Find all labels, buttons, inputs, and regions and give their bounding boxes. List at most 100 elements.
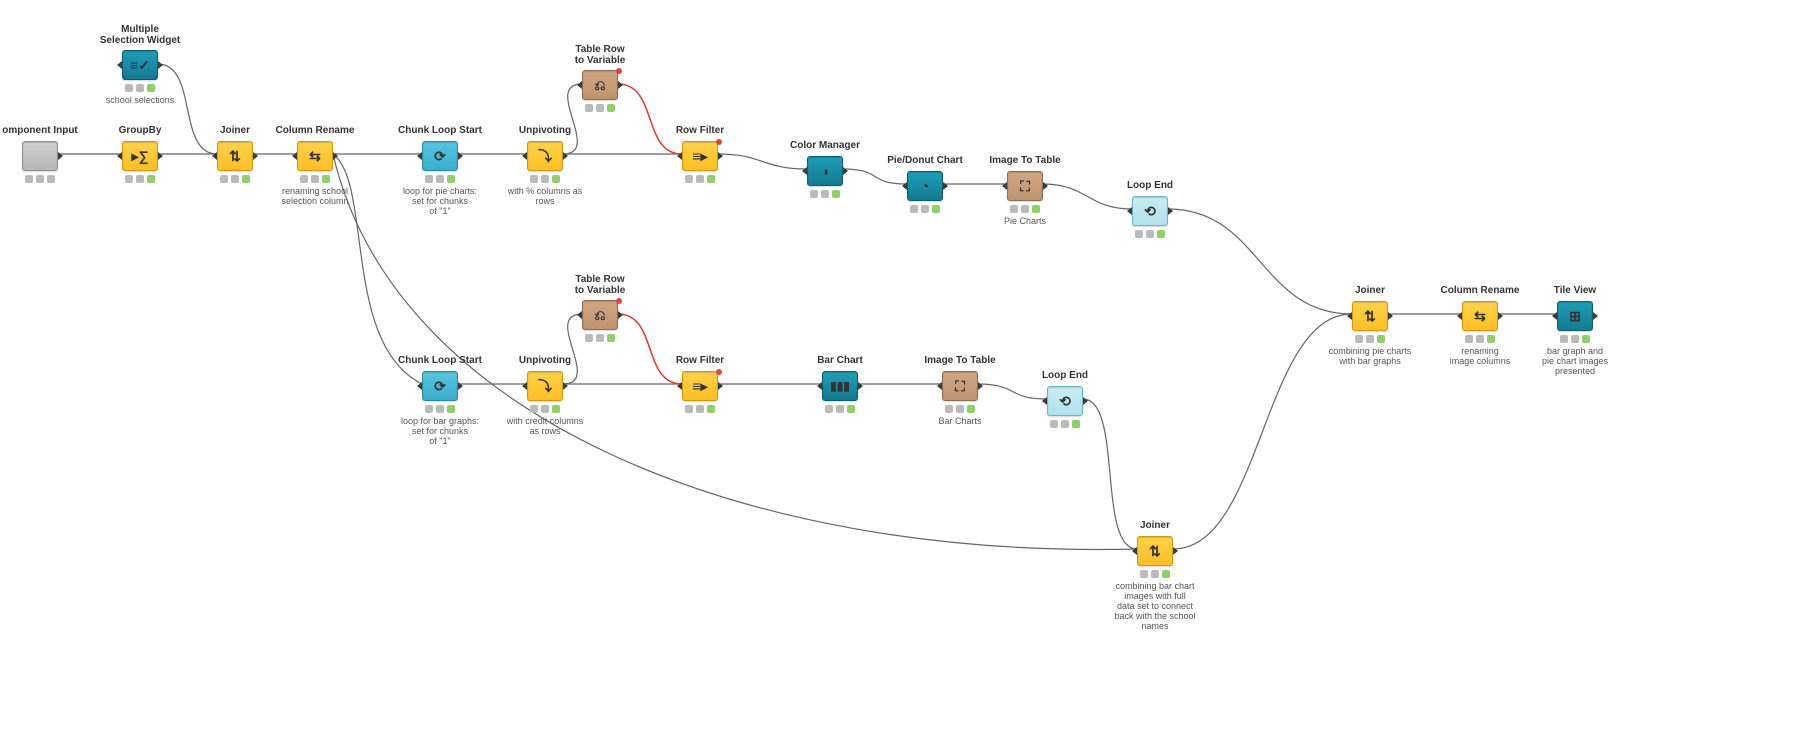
node-title: Multiple Selection Widget	[85, 24, 195, 46]
node-description: Bar Charts	[905, 417, 1015, 427]
node-description: combining pie charts with bar graphs	[1315, 347, 1425, 367]
node-icon[interactable]: ⇅	[217, 141, 253, 171]
node-status-lights	[123, 84, 157, 92]
node-loopend2[interactable]: Loop End⟲	[1010, 370, 1120, 428]
node-status-lights	[1353, 335, 1387, 343]
node-title: Unpivoting	[490, 355, 600, 367]
node-icon[interactable]: ⇅	[1352, 301, 1388, 331]
node-icon[interactable]: ⎌	[582, 300, 618, 330]
node-icon[interactable]	[22, 141, 58, 171]
node-icon[interactable]: ▸∑	[122, 141, 158, 171]
node-glyph: ◑	[821, 164, 829, 178]
node-title: Chunk Loop Start	[385, 125, 495, 137]
node-icon[interactable]: ⛶	[1007, 171, 1043, 201]
node-status-lights	[298, 175, 332, 183]
node-status-lights	[1048, 420, 1082, 428]
node-img2t1[interactable]: Image To Table⛶Pie Charts	[970, 155, 1080, 227]
node-glyph: ⇅	[229, 149, 241, 163]
node-title: Tile View	[1520, 285, 1630, 297]
node-glyph: ⇆	[1474, 309, 1486, 323]
node-icon[interactable]: ⇆	[1462, 301, 1498, 331]
node-icon[interactable]: ◔	[907, 171, 943, 201]
node-glyph: ⛶	[955, 379, 965, 393]
node-comp_in[interactable]: omponent Input	[0, 125, 95, 183]
node-icon[interactable]: ⟲	[1132, 196, 1168, 226]
node-title: Row Filter	[645, 125, 755, 137]
node-title: Row Filter	[645, 355, 755, 367]
node-title: Joiner	[1100, 520, 1210, 532]
node-icon[interactable]: ⟳	[422, 371, 458, 401]
node-status-lights	[583, 334, 617, 342]
node-glyph: ⤵	[538, 379, 552, 393]
node-status-lights	[23, 175, 57, 183]
node-colren1[interactable]: Column Rename⇆renaming school selection …	[260, 125, 370, 207]
node-glyph: ◔	[921, 179, 929, 193]
node-status-lights	[423, 405, 457, 413]
node-chunk1[interactable]: Chunk Loop Start ⟳ loop for pie charts: se…	[385, 125, 495, 217]
node-img2t2[interactable]: Image To Table ⛶ Bar Charts	[905, 355, 1015, 427]
node-status-lights	[683, 175, 717, 183]
node-status-lights	[423, 175, 457, 183]
node-pie[interactable]: Pie/Donut Chart ◔	[870, 155, 980, 213]
node-barchart[interactable]: Bar Chart▮▮▮	[785, 355, 895, 413]
node-status-lights	[218, 175, 252, 183]
node-rowf2[interactable]: Row Filter ≡▸	[645, 355, 755, 413]
node-glyph: ≡✓	[130, 58, 150, 72]
node-status-lights	[808, 190, 842, 198]
node-status-lights	[823, 405, 857, 413]
node-title: Image To Table	[905, 355, 1015, 367]
node-trv1[interactable]: Table Row to Variable ⎌	[545, 44, 655, 112]
node-status-lights	[683, 405, 717, 413]
node-title: Joiner	[1315, 285, 1425, 297]
node-unpivot1[interactable]: Unpivoting⤵with % columns as rows	[490, 125, 600, 207]
node-status-lights	[1138, 570, 1172, 578]
node-glyph: ≡▸	[692, 379, 707, 393]
node-glyph: ⎌	[594, 78, 605, 92]
node-icon[interactable]: ⛶	[942, 371, 978, 401]
node-rowf1[interactable]: Row Filter ≡▸	[645, 125, 755, 183]
node-joiner2[interactable]: Joiner ⇅ combining pie charts with bar gra…	[1315, 285, 1425, 367]
node-chunk2[interactable]: Chunk Loop Start⟳loop for bar graphs: se…	[385, 355, 495, 447]
node-glyph: ▮▮▮	[830, 380, 850, 392]
node-icon[interactable]: ⤵	[527, 371, 563, 401]
node-multi_sel[interactable]: Multiple Selection Widget ≡✓ school select…	[85, 24, 195, 106]
node-status-lights	[1558, 335, 1592, 343]
node-unpivot2[interactable]: Unpivoting⤵with credit columns as rows	[490, 355, 600, 437]
node-glyph: ⎌	[594, 308, 605, 322]
node-description: Pie Charts	[970, 217, 1080, 227]
node-colren2[interactable]: Column Rename⇆renaming image columns	[1425, 285, 1535, 367]
node-icon[interactable]: ⊞	[1557, 301, 1593, 331]
node-icon[interactable]: ▮▮▮	[822, 371, 858, 401]
node-icon[interactable]: ◑	[807, 156, 843, 186]
node-icon[interactable]: ⤵	[527, 141, 563, 171]
node-joiner3[interactable]: Joiner⇅combining bar chart images with f…	[1100, 520, 1210, 631]
node-status-lights	[1133, 230, 1167, 238]
node-title: GroupBy	[85, 125, 195, 137]
node-title: Table Row to Variable	[545, 274, 655, 296]
node-icon[interactable]: ⇅	[1137, 536, 1173, 566]
node-description: school selections	[85, 96, 195, 106]
node-icon[interactable]: ≡✓	[122, 50, 158, 80]
node-title: omponent Input	[0, 125, 95, 137]
node-tileview[interactable]: Tile View ⊞ bar graph and pie chart images…	[1520, 285, 1630, 377]
node-icon[interactable]: ⟳	[422, 141, 458, 171]
node-icon[interactable]: ⎌	[582, 70, 618, 100]
node-title: Color Manager	[770, 140, 880, 152]
node-icon[interactable]: ≡▸	[682, 141, 718, 171]
node-groupby[interactable]: GroupBy ▸∑	[85, 125, 195, 183]
node-status-lights	[1008, 205, 1042, 213]
node-loopend1[interactable]: Loop End⟲	[1095, 180, 1205, 238]
node-colormgr[interactable]: Color Manager ◑	[770, 140, 880, 198]
node-title: Unpivoting	[490, 125, 600, 137]
node-description: loop for pie charts: set for chunks of "…	[385, 187, 495, 217]
node-icon[interactable]: ≡▸	[682, 371, 718, 401]
node-glyph: ⇅	[1149, 544, 1161, 558]
node-title: Pie/Donut Chart	[870, 155, 980, 167]
workflow-canvas[interactable]: omponent InputGroupBy ▸∑ Multiple Selectio…	[0, 0, 1817, 732]
node-trv2[interactable]: Table Row to Variable ⎌	[545, 274, 655, 342]
node-icon[interactable]: ⇆	[297, 141, 333, 171]
node-icon[interactable]: ⟲	[1047, 386, 1083, 416]
node-description: bar graph and pie chart images presented	[1520, 347, 1630, 377]
node-glyph: ⟳	[434, 149, 446, 163]
node-title: Table Row to Variable	[545, 44, 655, 66]
